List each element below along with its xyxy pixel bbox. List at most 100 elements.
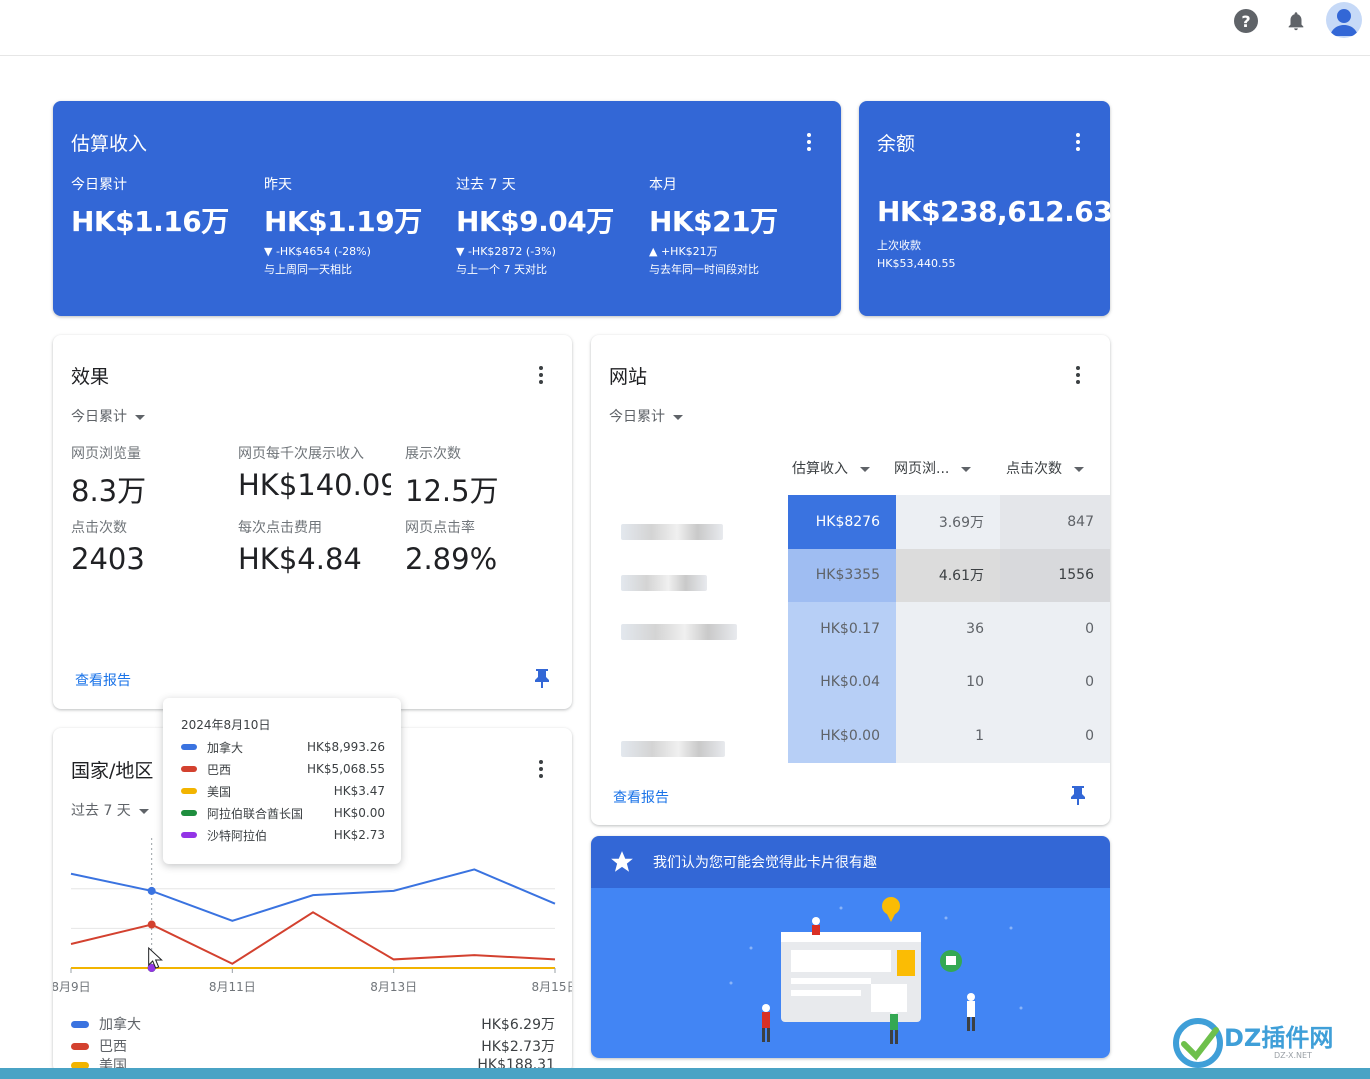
more-vert-icon[interactable] — [1076, 133, 1082, 154]
table-row[interactable]: HK$3355 4.61万 1556 — [788, 548, 1110, 602]
cell-pageviews: 10 — [896, 655, 1000, 709]
cell-clicks: 0 — [1000, 602, 1110, 656]
legend-item[interactable]: 巴西 HK$2.73万 — [71, 1035, 555, 1057]
cell-earnings: HK$0.17 — [788, 602, 896, 656]
more-vert-icon[interactable] — [1076, 366, 1082, 387]
tooltip-name: 美国 — [207, 784, 232, 799]
promo-title: 我们认为您可能会觉得此卡片很有趣 — [653, 855, 877, 871]
metric-value-cpc: HK$4.84 — [238, 542, 362, 576]
tooltip-name: 阿拉伯联合酋长国 — [207, 806, 304, 821]
balance-card: 余额 HK$238,612.63 上次收款 HK$53,440.55 — [859, 101, 1113, 316]
account-avatar[interactable] — [1326, 2, 1362, 38]
more-vert-icon[interactable] — [539, 366, 545, 387]
metric-label-impressions: 展示次数 — [405, 446, 461, 462]
column-header-pageviews[interactable]: 网页浏... — [894, 458, 972, 478]
earnings-compare-month: 与去年同一时间段对比 — [649, 263, 759, 276]
sites-table: HK$8276 3.69万 847 HK$3355 4.61万 1556 HK$… — [788, 495, 1110, 763]
tooltip-row: 阿拉伯联合酋长国 HK$0.00 — [181, 802, 385, 824]
earnings-label-yesterday: 昨天 — [264, 177, 292, 193]
legend-swatch — [71, 1020, 89, 1028]
earnings-card: 估算收入 今日累计 HK$1.16万 昨天 HK$1.19万 ▼ -HK$465… — [53, 101, 841, 316]
cell-pageviews: 3.69万 — [896, 495, 1000, 549]
tooltip-swatch — [181, 788, 197, 794]
x-tick-label: 8月15日 — [532, 980, 572, 994]
hover-point — [147, 886, 156, 895]
taskbar-strip — [0, 1068, 1370, 1079]
view-report-link[interactable]: 查看报告 — [613, 787, 669, 807]
promo-body — [591, 888, 1110, 1058]
hover-point — [147, 920, 156, 929]
table-row[interactable]: HK$0.00 1 0 — [788, 709, 1110, 763]
chevron-down-icon — [961, 466, 972, 472]
column-header-earnings[interactable]: 估算收入 — [792, 458, 870, 478]
tooltip-swatch — [181, 810, 197, 816]
table-row[interactable]: HK$0.04 10 0 — [788, 655, 1110, 709]
table-row[interactable]: HK$0.17 36 0 — [788, 602, 1110, 656]
tooltip-row: 加拿大 HK$8,993.26 — [181, 736, 385, 758]
watermark-logo: DZ插件网 DZ-X.NET — [1170, 1012, 1360, 1072]
sites-range-label: 今日累计 — [609, 409, 665, 425]
metric-value-clicks: 2403 — [71, 542, 145, 576]
chevron-down-icon — [1074, 466, 1084, 472]
legend-item[interactable]: 加拿大 HK$6.29万 — [71, 1013, 555, 1035]
balance-last-payment-value: HK$53,440.55 — [877, 257, 956, 270]
performance-card: 效果 今日累计 网页浏览量 8.3万 网页每千次展示收入 HK$140.09 展… — [53, 335, 572, 709]
x-tick-label: 8月11日 — [209, 980, 256, 994]
balance-value: HK$238,612.63 — [877, 195, 1113, 228]
column-header-clicks-label: 点击次数 — [1006, 461, 1062, 477]
tooltip-value: HK$8,993.26 — [307, 740, 385, 754]
tooltip-date: 2024年8月10日 — [181, 718, 271, 732]
series-line[interactable] — [70, 911, 556, 965]
help-icon[interactable]: ? — [1234, 9, 1258, 33]
more-vert-icon[interactable] — [807, 133, 813, 154]
earnings-value-month: HK$21万 — [649, 205, 778, 238]
tooltip-value: HK$5,068.55 — [307, 762, 385, 776]
tooltip-name: 巴西 — [207, 762, 232, 777]
balance-last-payment-label: 上次收款 — [877, 239, 921, 252]
view-report-link[interactable]: 查看报告 — [75, 670, 131, 690]
svg-text:DZ-X.NET: DZ-X.NET — [1274, 1051, 1312, 1060]
balance-title: 余额 — [877, 133, 916, 155]
cell-earnings: HK$3355 — [788, 548, 896, 602]
top-app-bar: ? — [0, 0, 1370, 56]
metric-value-page-rpm: HK$140.09 — [238, 468, 391, 502]
table-row[interactable]: HK$8276 3.69万 847 — [788, 495, 1110, 549]
earnings-label-7days: 过去 7 天 — [456, 177, 516, 193]
pin-icon[interactable] — [1069, 784, 1087, 810]
earnings-value-7days: HK$9.04万 — [456, 205, 614, 238]
earnings-compare-yesterday: 与上周同一天相比 — [264, 263, 352, 276]
performance-range-dropdown[interactable]: 今日累计 — [71, 406, 145, 426]
sites-title: 网站 — [609, 366, 648, 388]
column-header-pageviews-label: 网页浏... — [894, 461, 950, 477]
tooltip-swatch — [181, 832, 197, 838]
chart-tooltip: 2024年8月10日 加拿大 HK$8,993.26 巴西 HK$5,068.55 … — [163, 698, 401, 864]
tooltip-row: 巴西 HK$5,068.55 — [181, 758, 385, 780]
pin-icon[interactable] — [533, 667, 551, 693]
chevron-down-icon — [860, 466, 870, 472]
legend-swatch — [71, 1042, 89, 1050]
cell-pageviews: 4.61万 — [896, 548, 1000, 602]
cell-clicks: 1556 — [1000, 548, 1110, 602]
tooltip-name: 加拿大 — [207, 740, 244, 755]
tooltip-value: HK$0.00 — [333, 806, 385, 820]
cell-clicks: 847 — [1000, 495, 1110, 549]
sites-card: 网站 今日累计 估算收入 网页浏... 点击次数 HK$8276 3.69万 8… — [591, 335, 1110, 825]
column-header-clicks[interactable]: 点击次数 — [1006, 458, 1084, 478]
earnings-label-month: 本月 — [649, 177, 677, 193]
legend-value: HK$2.73万 — [481, 1039, 555, 1055]
cell-earnings: HK$0.00 — [788, 709, 896, 763]
legend-value: HK$6.29万 — [481, 1017, 555, 1033]
promo-card: 我们认为您可能会觉得此卡片很有趣 — [591, 836, 1110, 1058]
tooltip-name: 沙特阿拉伯 — [207, 828, 268, 843]
notifications-icon[interactable] — [1283, 8, 1309, 34]
earnings-delta-yesterday: ▼ -HK$4654 (-28%) — [264, 245, 371, 258]
legend-name: 加拿大 — [99, 1017, 141, 1033]
sites-range-dropdown[interactable]: 今日累计 — [609, 406, 683, 426]
star-icon — [609, 849, 635, 879]
metric-label-pageviews: 网页浏览量 — [71, 446, 141, 462]
cell-earnings: HK$8276 — [788, 495, 896, 549]
performance-title: 效果 — [71, 366, 110, 388]
legend-name: 巴西 — [99, 1039, 127, 1055]
earnings-delta-month: ▲ +HK$21万 — [649, 245, 718, 258]
earnings-compare-7days: 与上一个 7 天对比 — [456, 263, 547, 276]
